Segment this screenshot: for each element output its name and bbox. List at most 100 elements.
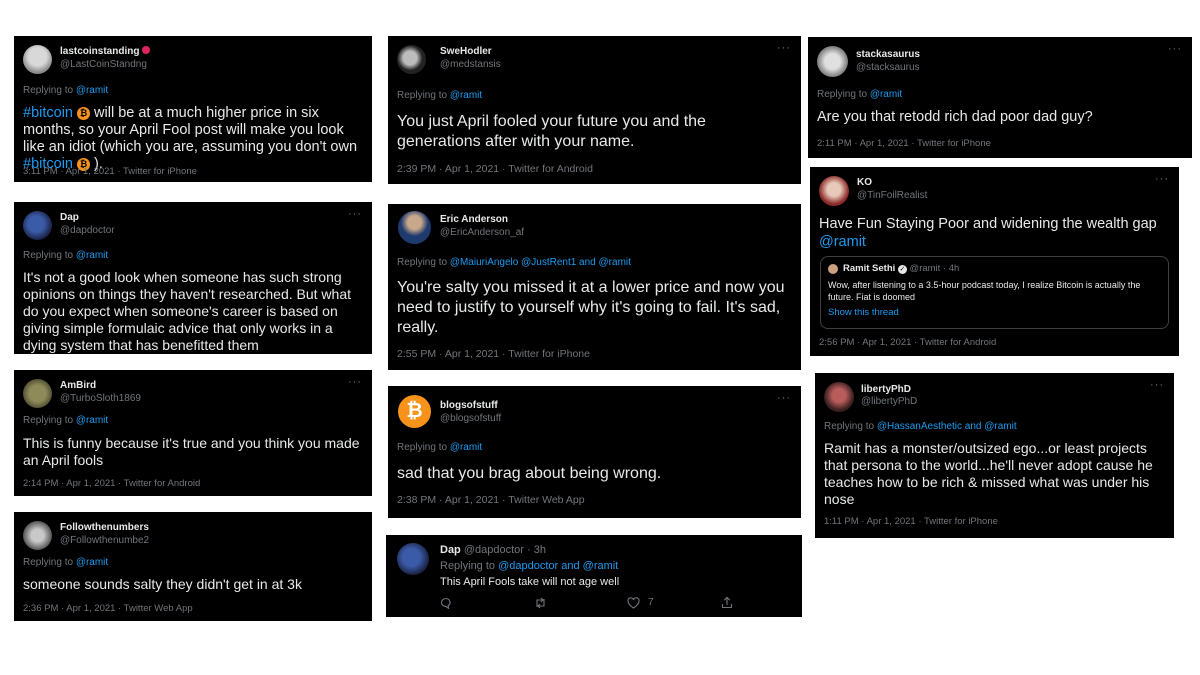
tweet-meta[interactable]: 2:56 PM · Apr 1, 2021 · Twitter for Andr… bbox=[819, 337, 996, 348]
more-icon[interactable]: ··· bbox=[348, 376, 362, 388]
tweet-time[interactable]: · 3h bbox=[527, 544, 546, 556]
mention-link[interactable]: @ramit bbox=[76, 250, 108, 261]
avatar[interactable] bbox=[824, 382, 854, 412]
replying-to: Replying to @HassanAesthetic and @ramit bbox=[824, 421, 1017, 432]
tweet-text: It's not a good look when someone has su… bbox=[23, 269, 351, 353]
mention-link[interactable]: @ramit bbox=[76, 415, 108, 426]
avatar[interactable] bbox=[398, 211, 431, 244]
quote-text: Wow, after listening to a 3.5-hour podca… bbox=[828, 280, 1141, 302]
tweet-text: You just April fooled your future you an… bbox=[397, 113, 706, 150]
tweet-card[interactable]: Eric Anderson @EricAnderson_af Replying … bbox=[388, 204, 801, 370]
user-handle[interactable]: @dapdoctor bbox=[464, 544, 524, 556]
user-handle[interactable]: @TurboSloth1869 bbox=[60, 393, 141, 404]
tweet-meta[interactable]: 2:38 PM · Apr 1, 2021 · Twitter Web App bbox=[397, 494, 585, 506]
mention-link[interactable]: @dapdoctor and @ramit bbox=[498, 560, 618, 572]
more-icon[interactable]: ··· bbox=[1150, 379, 1164, 391]
tweet-card[interactable]: libertyPhD @libertyPhD ··· Replying to @… bbox=[815, 373, 1174, 538]
reply-icon[interactable] bbox=[440, 597, 452, 609]
display-name[interactable]: Eric Anderson bbox=[440, 214, 508, 225]
tweet-meta[interactable]: 2:11 PM · Apr 1, 2021 · Twitter for iPho… bbox=[817, 138, 991, 149]
user-handle[interactable]: @medstansis bbox=[440, 59, 501, 70]
avatar[interactable] bbox=[817, 46, 848, 77]
tweet-text: #bitcoin ₿ will be at a much higher pric… bbox=[23, 105, 358, 172]
avatar[interactable] bbox=[23, 211, 52, 240]
user-handle[interactable]: @Followthenumbe2 bbox=[60, 535, 149, 546]
mention-link[interactable]: @ramit bbox=[76, 557, 108, 568]
tweet-card[interactable]: ₿ blogsofstuff @blogsofstuff ··· Replyin… bbox=[388, 386, 801, 518]
verified-icon: ✓ bbox=[897, 265, 907, 274]
more-icon[interactable]: ··· bbox=[348, 208, 362, 220]
share-icon[interactable] bbox=[721, 596, 733, 609]
mention-link[interactable]: @ramit bbox=[870, 89, 902, 100]
user-handle[interactable]: @stacksaurus bbox=[856, 62, 920, 73]
user-handle[interactable]: @TinFoilRealist bbox=[857, 190, 927, 201]
tweet-card[interactable]: Followthenumbers @Followthenumbe2 Replyi… bbox=[14, 512, 372, 621]
avatar[interactable] bbox=[23, 379, 52, 408]
tweet-meta[interactable]: 1:11 PM · Apr 1, 2021 · Twitter for iPho… bbox=[824, 516, 998, 527]
user-handle[interactable]: @blogsofstuff bbox=[440, 413, 501, 424]
tweet-card[interactable]: lastcoinstanding @LastCoinStandng Replyi… bbox=[14, 36, 372, 182]
mention-link[interactable]: @ramit bbox=[76, 85, 108, 96]
user-handle[interactable]: @EricAnderson_af bbox=[440, 227, 524, 238]
tweet-meta[interactable]: 3:11 PM · Apr 1, 2021 · Twitter for iPho… bbox=[23, 166, 197, 177]
avatar[interactable]: ₿ bbox=[398, 395, 431, 428]
display-name[interactable]: blogsofstuff bbox=[440, 400, 498, 411]
quoted-tweet[interactable]: Ramit Sethi ✓ @ramit · 4h Wow, after lis… bbox=[820, 256, 1169, 329]
mention-link[interactable]: @ramit bbox=[450, 90, 482, 101]
tweet-card[interactable]: KO @TinFoilRealist ··· Have Fun Staying … bbox=[810, 167, 1179, 356]
avatar[interactable] bbox=[23, 45, 52, 74]
avatar[interactable] bbox=[819, 176, 849, 206]
tweet-meta[interactable]: 2:36 PM · Apr 1, 2021 · Twitter Web App bbox=[23, 603, 193, 614]
display-name[interactable]: Dap bbox=[60, 212, 79, 223]
quote-author-avatar bbox=[828, 264, 838, 274]
tweet-card[interactable]: Dap @dapdoctor ··· Replying to @ramit It… bbox=[14, 202, 372, 354]
tweet-text: You're salty you missed it at a lower pr… bbox=[397, 279, 785, 336]
display-name[interactable]: KO bbox=[857, 177, 872, 188]
hashtag-link[interactable]: #bitcoin bbox=[23, 105, 73, 121]
tweet-card[interactable]: SweHodler @medstansis ··· Replying to @r… bbox=[388, 36, 801, 184]
replying-to: Replying to @ramit bbox=[23, 557, 109, 568]
display-name[interactable]: Dap @dapdoctor · 3h bbox=[440, 544, 546, 556]
avatar[interactable] bbox=[397, 45, 426, 74]
replying-to: Replying to @ramit bbox=[397, 442, 483, 453]
display-name[interactable]: lastcoinstanding bbox=[60, 46, 151, 57]
tweet-text: sad that you brag about being wrong. bbox=[397, 465, 662, 482]
mention-link[interactable]: @ramit bbox=[450, 442, 482, 453]
tweet-card[interactable]: stackasaurus @stacksaurus ··· Replying t… bbox=[808, 37, 1192, 158]
tweet-card[interactable]: Dap @dapdoctor · 3h Replying to @dapdoct… bbox=[386, 535, 802, 617]
like-icon[interactable] bbox=[627, 597, 640, 609]
display-name[interactable]: libertyPhD bbox=[861, 384, 911, 395]
display-name[interactable]: stackasaurus bbox=[856, 49, 920, 60]
display-name[interactable]: Followthenumbers bbox=[60, 522, 149, 533]
tweet-text: Have Fun Staying Poor and widening the w… bbox=[819, 216, 1157, 250]
user-handle[interactable]: @LastCoinStandng bbox=[60, 59, 147, 70]
mention-link[interactable]: @MaiuriAngelo @JustRent1 and @ramit bbox=[450, 257, 631, 268]
user-handle[interactable]: @dapdoctor bbox=[60, 225, 115, 236]
user-handle[interactable]: @libertyPhD bbox=[861, 396, 917, 407]
quote-author: Ramit Sethi ✓ @ramit · 4h bbox=[843, 263, 960, 274]
bitcoin-icon: ₿ bbox=[77, 107, 91, 120]
display-name[interactable]: SweHodler bbox=[440, 46, 492, 57]
retweet-icon[interactable] bbox=[534, 597, 547, 609]
more-icon[interactable]: ··· bbox=[1155, 173, 1169, 185]
show-thread-link[interactable]: Show this thread bbox=[828, 307, 899, 318]
tweet-meta[interactable]: 2:39 PM · Apr 1, 2021 · Twitter for Andr… bbox=[397, 163, 593, 175]
tweet-meta[interactable]: 2:14 PM · Apr 1, 2021 · Twitter for Andr… bbox=[23, 478, 200, 489]
more-icon[interactable]: ··· bbox=[777, 42, 791, 54]
red-circle-icon bbox=[142, 46, 151, 54]
mention-link[interactable]: @HassanAesthetic and @ramit bbox=[877, 421, 1017, 432]
replying-to: Replying to @ramit bbox=[817, 89, 903, 100]
tweet-text: This April Fools take will not age well bbox=[440, 576, 620, 588]
replying-to: Replying to @dapdoctor and @ramit bbox=[440, 560, 619, 572]
like-count: 7 bbox=[648, 597, 654, 608]
tweet-meta[interactable]: 2:55 PM · Apr 1, 2021 · Twitter for iPho… bbox=[397, 348, 590, 360]
replying-to: Replying to @ramit bbox=[23, 85, 109, 96]
more-icon[interactable]: ··· bbox=[1168, 43, 1182, 55]
mention-link[interactable]: @ramit bbox=[819, 234, 866, 250]
tweet-card[interactable]: AmBird @TurboSloth1869 ··· Replying to @… bbox=[14, 370, 372, 496]
more-icon[interactable]: ··· bbox=[777, 392, 791, 404]
avatar[interactable] bbox=[397, 543, 429, 575]
tweet-text: someone sounds salty they didn't get in … bbox=[23, 576, 302, 592]
display-name[interactable]: AmBird bbox=[60, 380, 96, 391]
avatar[interactable] bbox=[23, 521, 52, 550]
